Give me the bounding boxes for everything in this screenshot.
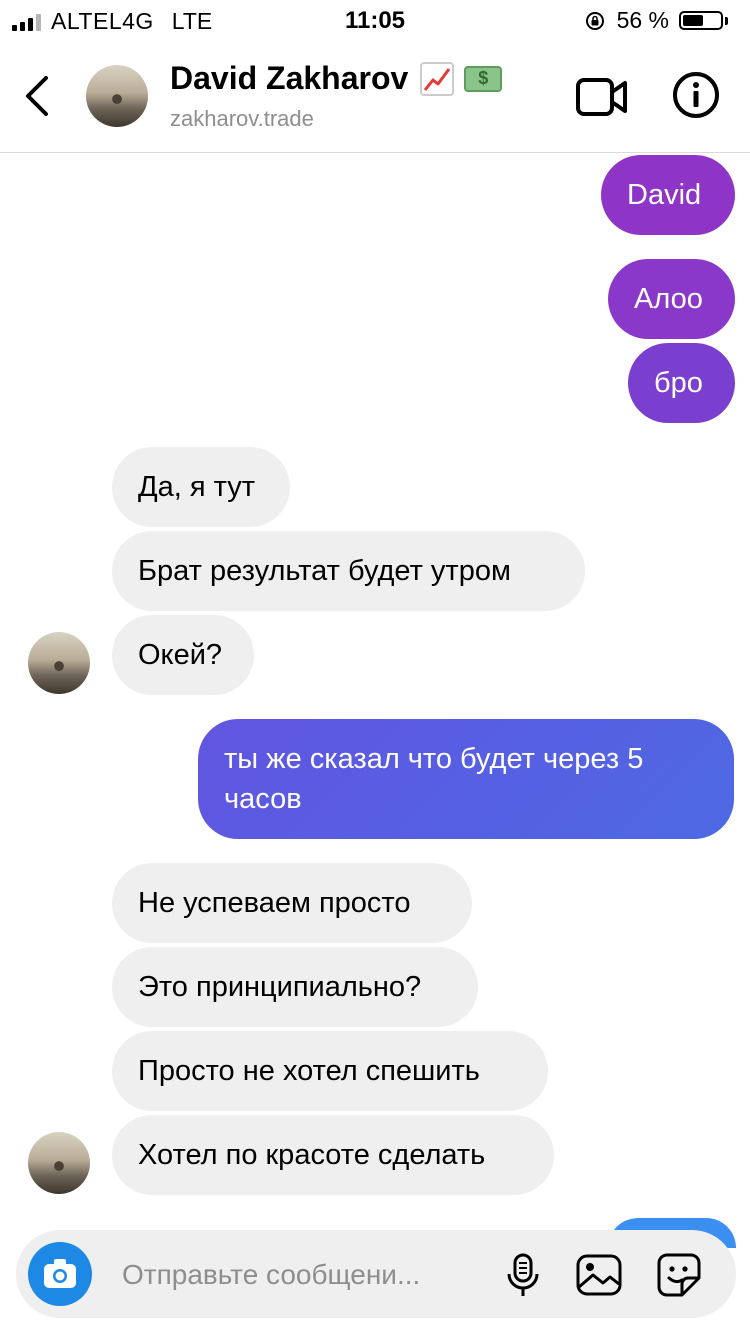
back-arrow-icon[interactable] (18, 70, 58, 122)
incoming-message[interactable]: Окей? (112, 615, 254, 695)
contact-username[interactable]: zakharov.trade (170, 106, 314, 132)
camera-button[interactable] (28, 1242, 92, 1306)
outgoing-message[interactable]: бро (628, 343, 735, 423)
status-right: 56 % (585, 7, 728, 34)
chart-increasing-emoji (420, 61, 455, 96)
video-call-icon[interactable] (574, 74, 630, 120)
status-bar: ALTEL4G LTE 11:05 56 % (0, 0, 750, 40)
incoming-message[interactable]: Это принципиально? (112, 947, 478, 1027)
sender-avatar[interactable] (28, 1132, 90, 1194)
camera-icon (44, 1259, 76, 1288)
outgoing-message[interactable]: ты же сказал что будет через 5 часов (198, 719, 734, 839)
info-icon[interactable] (671, 70, 721, 120)
incoming-message[interactable]: Брат результат будет утром (112, 531, 585, 611)
incoming-message[interactable]: Хотел по красоте сделать (112, 1115, 554, 1195)
sticker-icon[interactable] (654, 1250, 704, 1300)
chat-header: David Zakharov zakharov.trade (0, 40, 750, 153)
battery-percent: 56 % (616, 7, 669, 33)
message-composer (16, 1230, 736, 1318)
incoming-message[interactable]: Просто не хотел спешить (112, 1031, 548, 1111)
message-input[interactable] (120, 1254, 484, 1296)
sender-avatar[interactable] (28, 632, 90, 694)
battery-icon (679, 11, 728, 30)
money-bag-emoji (464, 65, 503, 92)
incoming-message[interactable]: Да, я тут (112, 447, 290, 527)
gallery-icon[interactable] (574, 1250, 624, 1300)
outgoing-message[interactable]: Алоо (608, 259, 735, 339)
contact-name: David Zakharov (170, 60, 409, 96)
orientation-lock-icon (585, 11, 604, 30)
microphone-icon[interactable] (498, 1250, 548, 1300)
contact-name-row[interactable]: David Zakharov (170, 60, 503, 97)
outgoing-message[interactable]: David (601, 155, 735, 235)
contact-avatar[interactable] (86, 65, 148, 127)
incoming-message[interactable]: Не успеваем просто (112, 863, 472, 943)
